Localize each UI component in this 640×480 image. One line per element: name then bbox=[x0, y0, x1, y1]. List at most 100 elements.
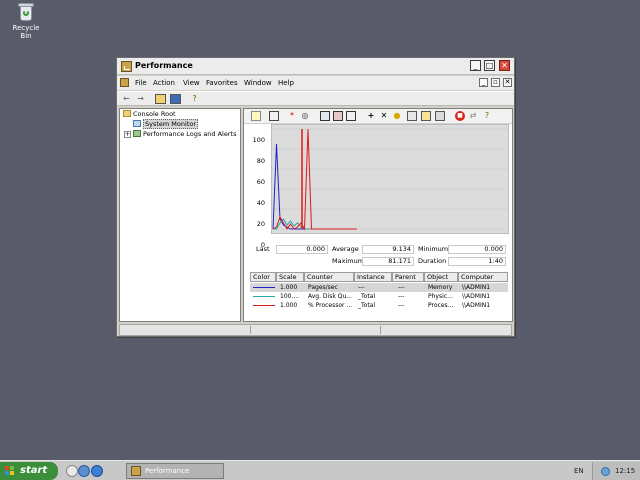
instance-cell: --- bbox=[358, 284, 365, 291]
scale-cell: 1.000 bbox=[280, 302, 298, 309]
y-tick-label: 80 bbox=[256, 157, 265, 165]
object-cell: Memory bbox=[428, 284, 453, 291]
mdi-restore-button[interactable]: ▫ bbox=[491, 78, 500, 87]
duration-label: Duration bbox=[418, 257, 447, 265]
last-value: 0.000 bbox=[276, 245, 328, 254]
column-header-counter[interactable]: Counter bbox=[304, 272, 354, 282]
object-cell: Physic... bbox=[428, 293, 453, 300]
monitor-icon bbox=[133, 120, 141, 127]
system-monitor-pane: * ◎ + ✕ ● ■ ⇄ ? 100 80 60 40 20 0 Last 0… bbox=[243, 108, 513, 322]
show-hide-tree-icon[interactable] bbox=[170, 94, 181, 104]
column-header-color[interactable]: Color bbox=[250, 272, 276, 282]
maximum-label: Maximum bbox=[332, 257, 365, 265]
counter-cell: % Processor ... bbox=[308, 302, 353, 309]
title-bar[interactable]: Performance _ □ ✕ bbox=[117, 58, 514, 75]
new-counter-set-icon[interactable] bbox=[251, 111, 261, 121]
monitor-help-icon[interactable]: ? bbox=[482, 111, 492, 121]
taskbar-button-performance[interactable]: Performance bbox=[126, 463, 224, 479]
menu-action[interactable]: Action bbox=[153, 79, 175, 87]
clear-display-icon[interactable] bbox=[269, 111, 279, 121]
view-current-activity-icon[interactable]: * bbox=[287, 111, 297, 121]
performance-window: Performance _ □ ✕ File Action View Favor… bbox=[116, 57, 515, 337]
scale-cell: 100.... bbox=[280, 293, 300, 300]
instance-cell: _Total bbox=[358, 293, 376, 300]
menu-file[interactable]: File bbox=[135, 79, 147, 87]
counter-cell: Avg. Disk Qu... bbox=[308, 293, 352, 300]
counter-legend-table: Color Scale Counter Instance Parent Obje… bbox=[250, 272, 508, 318]
view-report-icon[interactable] bbox=[346, 111, 356, 121]
status-bar bbox=[119, 324, 512, 336]
table-row[interactable]: 1.000 % Processor ... _Total --- Proces.… bbox=[250, 301, 508, 310]
menu-window[interactable]: Window bbox=[244, 79, 272, 87]
logs-icon bbox=[133, 130, 141, 137]
mdi-close-button[interactable]: ✕ bbox=[503, 78, 512, 87]
maximum-value: 81.171 bbox=[362, 257, 414, 266]
highlight-icon[interactable]: ● bbox=[392, 111, 402, 121]
view-graph-icon[interactable] bbox=[320, 111, 330, 121]
tree-item-system-monitor[interactable]: System Monitor bbox=[133, 119, 199, 130]
y-tick-label: 100 bbox=[252, 136, 265, 144]
forward-arrow-icon[interactable]: → bbox=[135, 94, 146, 104]
graph-area: 100 80 60 40 20 0 bbox=[244, 124, 512, 249]
table-row[interactable]: 1.000 Pages/sec --- --- Memory \\ADMIN1 bbox=[250, 283, 508, 292]
view-log-data-icon[interactable]: ◎ bbox=[300, 111, 310, 121]
start-button[interactable]: start bbox=[0, 462, 58, 480]
column-header-parent[interactable]: Parent bbox=[392, 272, 424, 282]
column-header-scale[interactable]: Scale bbox=[276, 272, 304, 282]
add-counter-icon[interactable]: + bbox=[366, 111, 376, 121]
up-folder-icon[interactable] bbox=[155, 94, 166, 104]
maximize-button[interactable]: □ bbox=[484, 60, 495, 71]
delete-counter-icon[interactable]: ✕ bbox=[379, 111, 389, 121]
computer-cell: \\ADMIN1 bbox=[462, 302, 491, 309]
media-player-icon[interactable] bbox=[78, 465, 90, 477]
properties-icon[interactable] bbox=[435, 111, 445, 121]
menu-view[interactable]: View bbox=[183, 79, 200, 87]
minimum-value: 0.000 bbox=[448, 245, 506, 254]
language-indicator[interactable]: EN bbox=[574, 467, 584, 475]
series-color-swatch bbox=[253, 296, 275, 297]
average-label: Average bbox=[332, 245, 359, 253]
tree-item-performance-logs[interactable]: Performance Logs and Alerts bbox=[133, 130, 236, 140]
menu-favorites[interactable]: Favorites bbox=[206, 79, 238, 87]
expand-toggle[interactable]: + bbox=[124, 131, 131, 138]
paste-counter-list-icon[interactable] bbox=[421, 111, 431, 121]
performance-graph bbox=[271, 124, 509, 234]
series-color-swatch bbox=[253, 287, 275, 288]
parent-cell: --- bbox=[398, 284, 405, 291]
console-menu-icon[interactable] bbox=[120, 78, 129, 87]
object-cell: Proces... bbox=[428, 302, 454, 309]
recycle-bin-icon bbox=[17, 2, 35, 22]
copy-properties-icon[interactable] bbox=[407, 111, 417, 121]
monitor-toolbar: * ◎ + ✕ ● ■ ⇄ ? bbox=[244, 109, 512, 124]
recycle-bin-desktop-icon[interactable]: Recycle Bin bbox=[6, 2, 46, 40]
close-button[interactable]: ✕ bbox=[499, 60, 510, 71]
computer-cell: \\ADMIN1 bbox=[462, 293, 491, 300]
back-arrow-icon[interactable]: ← bbox=[121, 94, 132, 104]
series-color-swatch bbox=[253, 305, 275, 306]
parent-cell: --- bbox=[398, 293, 405, 300]
y-tick-label: 40 bbox=[256, 199, 265, 207]
y-tick-label: 60 bbox=[256, 178, 265, 186]
average-value: 9.134 bbox=[362, 245, 414, 254]
menu-help[interactable]: Help bbox=[278, 79, 294, 87]
minimize-button[interactable]: _ bbox=[470, 60, 481, 71]
column-header-computer[interactable]: Computer bbox=[458, 272, 508, 282]
parent-cell: --- bbox=[398, 302, 405, 309]
mdi-minimize-button[interactable]: _ bbox=[479, 78, 488, 87]
instance-cell: _Total bbox=[358, 302, 376, 309]
column-header-object[interactable]: Object bbox=[424, 272, 458, 282]
show-desktop-icon[interactable] bbox=[66, 465, 78, 477]
performance-app-icon bbox=[131, 466, 141, 476]
statistics-bar: Last 0.000 Average 9.134 Minimum 0.000 M… bbox=[252, 245, 510, 271]
internet-explorer-icon[interactable] bbox=[91, 465, 103, 477]
freeze-display-icon[interactable]: ■ bbox=[455, 111, 465, 121]
minimum-label: Minimum bbox=[418, 245, 449, 253]
help-icon[interactable]: ? bbox=[189, 94, 200, 104]
network-icon[interactable] bbox=[601, 467, 610, 476]
update-data-icon[interactable]: ⇄ bbox=[468, 111, 478, 121]
column-header-instance[interactable]: Instance bbox=[354, 272, 392, 282]
view-histogram-icon[interactable] bbox=[333, 111, 343, 121]
duration-value: 1:40 bbox=[448, 257, 506, 266]
table-row[interactable]: 100.... Avg. Disk Qu... _Total --- Physi… bbox=[250, 292, 508, 301]
computer-cell: \\ADMIN1 bbox=[462, 284, 491, 291]
